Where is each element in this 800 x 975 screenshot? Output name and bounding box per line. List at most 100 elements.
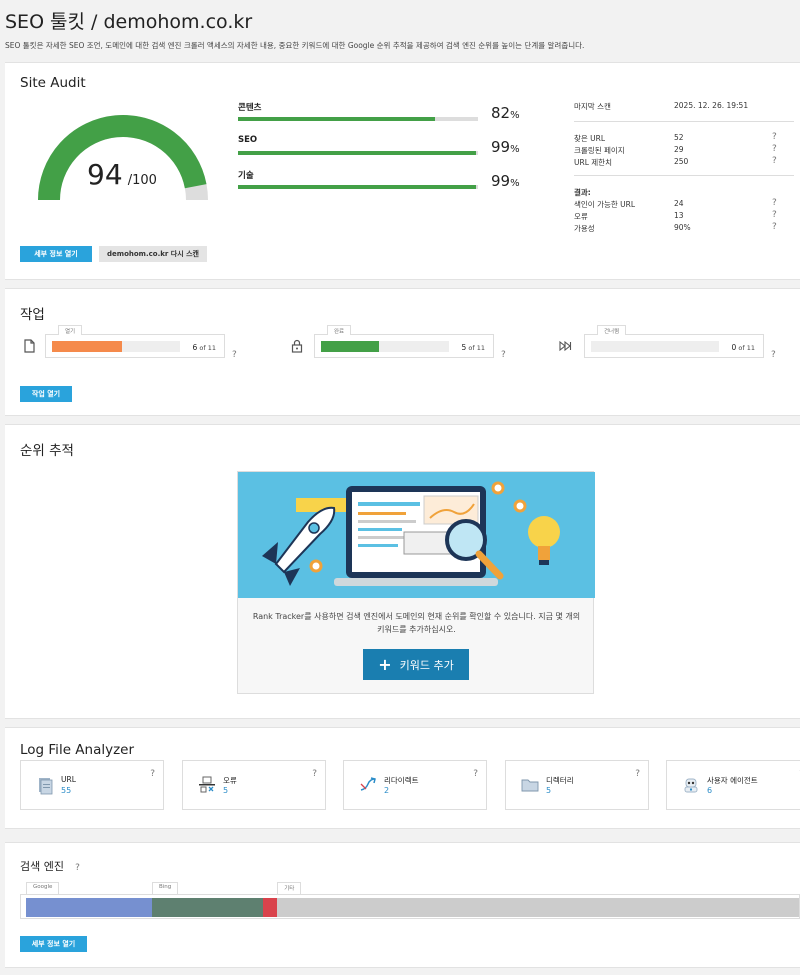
result-value-availability: 90% — [674, 223, 691, 232]
task-open-fill — [52, 341, 122, 352]
search-engines-details-button[interactable]: 세부 정보 열기 — [20, 936, 87, 952]
page-title: SEO 툴킷 / demohom.co.kr — [5, 11, 253, 33]
task-done-tag: 완료 — [327, 325, 352, 335]
search-engines-help[interactable]: ? — [75, 863, 80, 873]
plus-icon: + — [378, 655, 392, 674]
task-skipped-count: 0 of 11 — [731, 343, 755, 352]
result-help-availability[interactable]: ? — [772, 222, 777, 232]
search-engine-segment-2[interactable] — [263, 898, 278, 917]
rank-tracking-title: 순위 추적 — [20, 443, 74, 459]
metric-fill-content — [238, 117, 435, 121]
error-icon — [199, 776, 215, 793]
search-engine-segment-0[interactable] — [26, 898, 152, 917]
document-icon — [24, 339, 35, 353]
task-done-count: 5 of 11 — [461, 343, 485, 352]
rescan-button[interactable]: demohom.co.kr 다시 스캔 — [99, 246, 207, 262]
log-item-url-help[interactable]: ? — [150, 769, 155, 779]
results-divider — [574, 175, 794, 176]
log-item-user-agents-value: 6 — [707, 786, 713, 795]
score-value: 94 — [87, 158, 123, 191]
metric-fill-tech — [238, 185, 476, 189]
result-label-availability: 가용성 — [574, 224, 595, 233]
stat-help-url-limit[interactable]: ? — [772, 156, 777, 166]
task-open-box[interactable]: 열기 6 of 11 — [45, 325, 225, 358]
log-item-redirects-label: 리다이렉트 — [384, 776, 419, 785]
score-max: /100 — [127, 173, 157, 188]
task-skipped-bar — [591, 341, 719, 352]
metric-fill-seo — [238, 151, 476, 155]
rank-tracker-illustration — [238, 472, 595, 598]
metric-value-seo: 99% — [491, 138, 520, 156]
rank-tracker-description: Rank Tracker를 사용하면 검색 엔진에서 도메인의 현재 순위를 확… — [252, 612, 581, 634]
add-keyword-label: 키워드 추가 — [399, 659, 454, 672]
stats-divider — [574, 121, 794, 122]
log-item-errors-help[interactable]: ? — [312, 769, 317, 779]
score-display: 94 /100 — [87, 158, 157, 191]
stat-label-found-urls: 찾은 URL — [574, 134, 606, 143]
log-item-directories-help[interactable]: ? — [635, 769, 640, 779]
rank-tracker-panel: Rank Tracker를 사용하면 검색 엔진에서 도메인의 현재 순위를 확… — [237, 471, 595, 694]
log-item-errors-value: 5 — [223, 786, 229, 795]
last-scan-value: 2025. 12. 26. 19:51 — [674, 101, 749, 110]
lock-icon — [291, 339, 303, 353]
task-done-box[interactable]: 완료 5 of 11 — [314, 325, 494, 358]
log-item-directories-value: 5 — [546, 786, 552, 795]
search-engine-segment-3[interactable] — [277, 898, 799, 917]
search-engines-title: 검색 엔진 — [20, 860, 64, 873]
log-item-errors[interactable]: 오류 5 ? — [182, 760, 326, 810]
log-file-analyzer-card: Log File Analyzer URL 55 ? 오류 5 ? 리다이렉트 … — [5, 727, 800, 829]
task-skipped-tag: 건너뜀 — [597, 325, 627, 335]
metric-value-content: 82% — [491, 104, 520, 122]
site-audit-card: Site Audit 94 /100 콘텐츠 82% SEO 99% 기술 99… — [5, 62, 800, 280]
search-engine-label-0: Google — [26, 882, 60, 894]
rank-tracking-card: 순위 추적 Rank Tracker를 사용하면 검색 엔진에서 도메인의 현재… — [5, 424, 800, 719]
stat-help-crawled-pages[interactable]: ? — [772, 144, 777, 154]
search-engine-segment-1[interactable] — [151, 898, 264, 917]
result-value-indexable: 24 — [674, 199, 684, 208]
log-item-user-agents-label: 사용자 에이전트 — [707, 776, 758, 785]
open-details-button[interactable]: 세부 정보 열기 — [20, 246, 92, 262]
task-done-bar — [321, 341, 449, 352]
document-icon — [39, 778, 53, 795]
stat-label-url-limit: URL 제한치 — [574, 158, 612, 167]
add-keyword-button[interactable]: + 키워드 추가 — [363, 649, 469, 680]
result-help-errors[interactable]: ? — [772, 210, 777, 220]
metric-bar-seo — [238, 151, 478, 155]
skip-forward-icon — [559, 340, 572, 352]
log-item-directories[interactable]: 디렉터리 5 ? — [505, 760, 649, 810]
log-item-url[interactable]: URL 55 ? — [20, 760, 164, 810]
page-description: SEO 툴킷은 자세한 SEO 조언, 도메인에 대한 검색 엔진 크롤러 액세… — [5, 41, 585, 50]
redirect-icon — [360, 777, 376, 791]
stat-value-crawled-pages: 29 — [674, 145, 684, 154]
log-item-directories-label: 디렉터리 — [546, 776, 574, 785]
log-item-url-value: 55 — [61, 786, 72, 795]
search-engines-card: 검색 엔진 ? Google Bing 기타 세부 정보 열기 — [5, 842, 800, 968]
metric-bar-content — [238, 117, 478, 121]
search-engine-label-1: Bing — [151, 882, 179, 894]
task-skipped-help[interactable]: ? — [771, 350, 776, 360]
search-engines-bar: Google Bing 기타 — [20, 882, 800, 919]
result-label-errors: 오류 — [574, 212, 588, 221]
task-done-fill — [321, 341, 380, 352]
log-item-url-label: URL — [61, 775, 76, 784]
open-tasks-button[interactable]: 작업 열기 — [20, 386, 72, 402]
metric-label-content: 콘텐츠 — [238, 103, 262, 113]
stat-label-crawled-pages: 크롤링된 페이지 — [574, 146, 625, 155]
metric-value-tech: 99% — [491, 172, 520, 190]
search-engines-header: 검색 엔진 ? — [20, 855, 80, 874]
task-open-tag: 열기 — [58, 325, 83, 335]
search-engine-label-3: 기타 — [277, 882, 302, 894]
task-skipped-box[interactable]: 건너뜀 0 of 11 — [584, 325, 764, 358]
metric-bar-tech — [238, 185, 478, 189]
log-item-redirects-help[interactable]: ? — [473, 769, 478, 779]
result-help-indexable[interactable]: ? — [772, 198, 777, 208]
task-done-help[interactable]: ? — [501, 350, 506, 360]
log-file-title: Log File Analyzer — [20, 742, 135, 758]
log-item-redirects[interactable]: 리다이렉트 2 ? — [343, 760, 487, 810]
results-label: 결과: — [574, 188, 591, 197]
task-open-help[interactable]: ? — [232, 350, 237, 360]
tasks-card: 작업 열기 6 of 11 ? 완료 5 of 11 ? 건너뜀 0 of 11… — [5, 288, 800, 416]
log-item-user-agents[interactable]: 사용자 에이전트 6 ? — [666, 760, 800, 810]
stat-help-found-urls[interactable]: ? — [772, 132, 777, 142]
task-open-count: 6 of 11 — [192, 343, 216, 352]
